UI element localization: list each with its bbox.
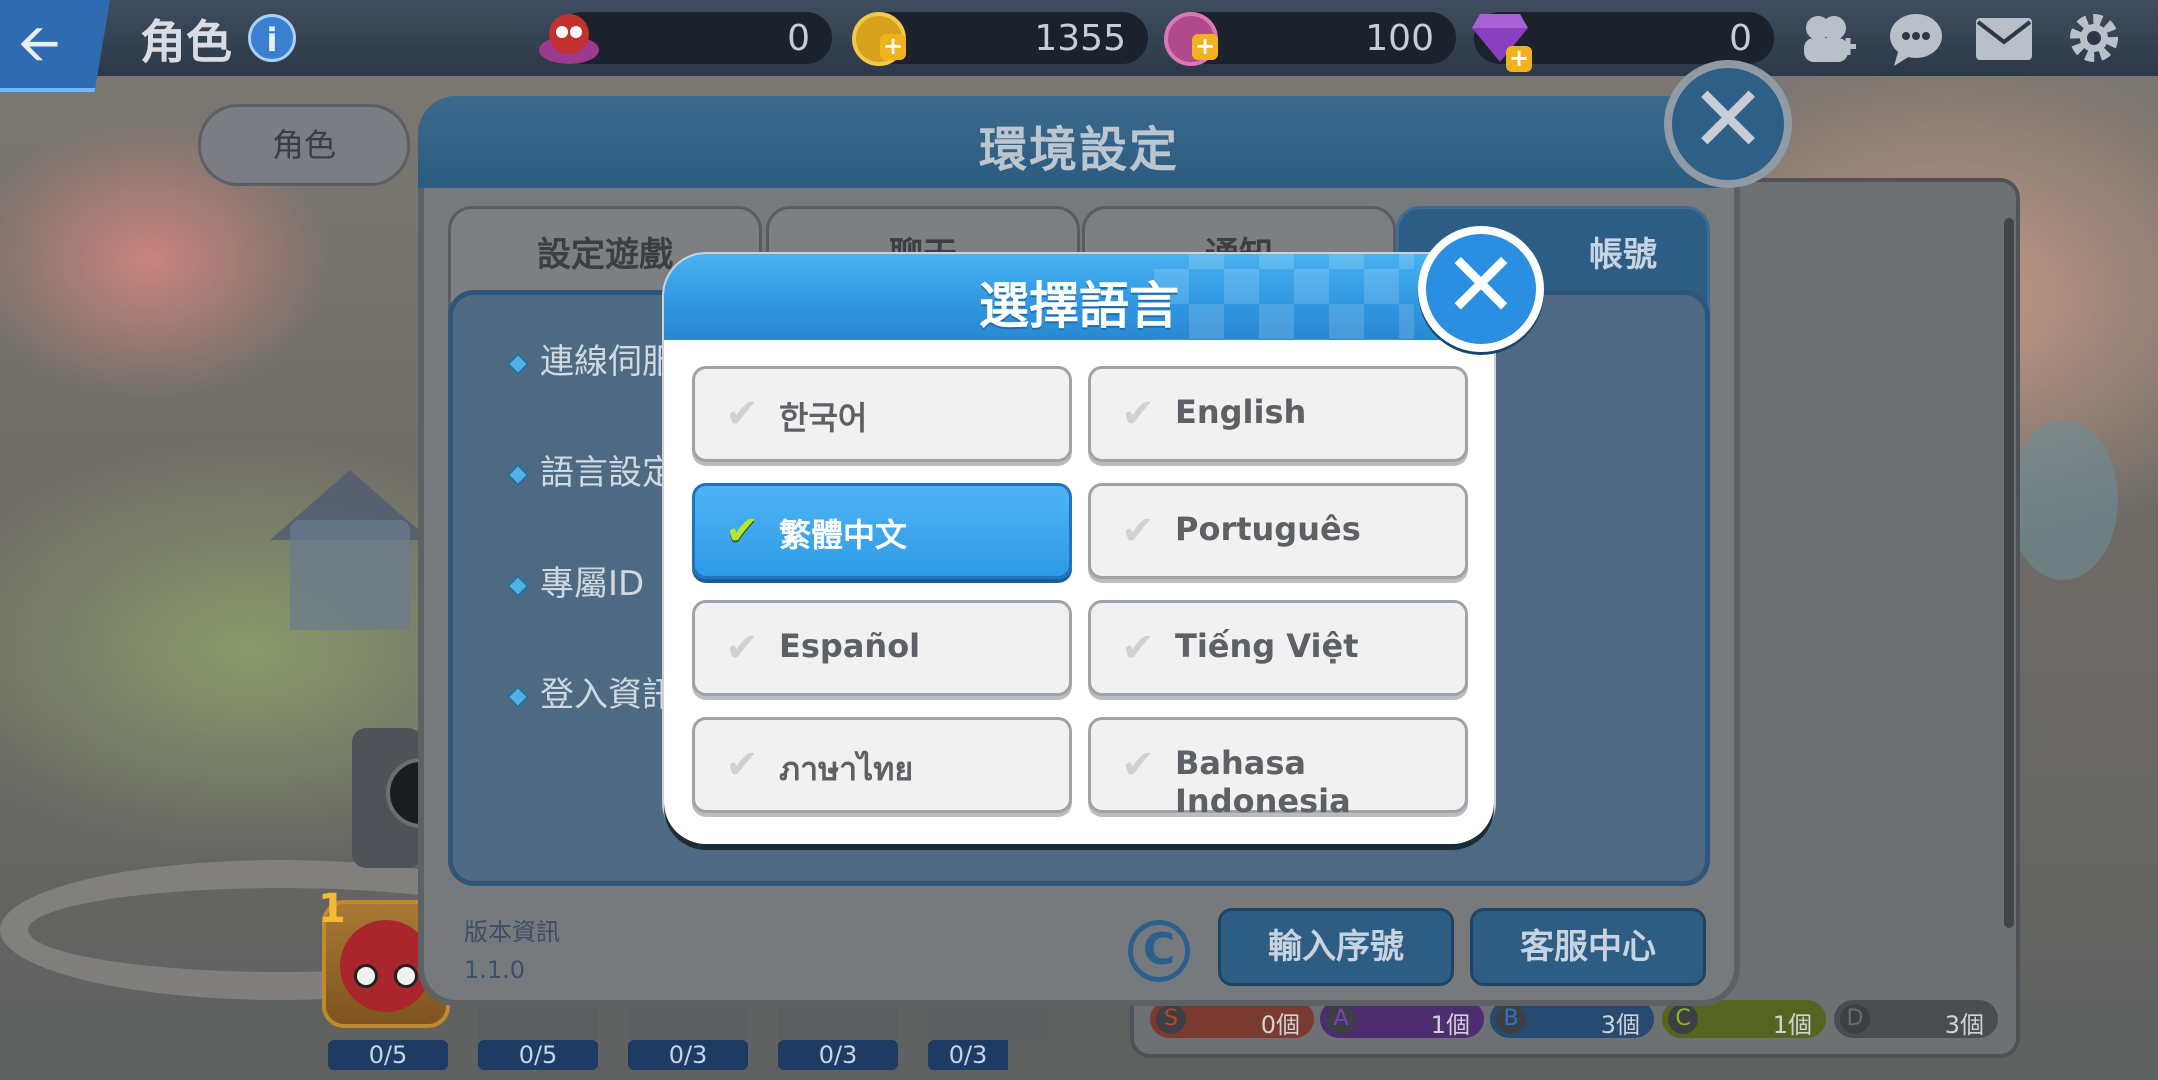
grade-letter: B xyxy=(1496,1004,1526,1034)
language-label: 繁體中文 xyxy=(779,516,908,554)
language-option-thai[interactable]: ✔ ภาษาไทย xyxy=(692,717,1072,813)
mail-icon[interactable] xyxy=(1972,8,2036,68)
character-eye xyxy=(394,964,418,988)
add-pink-coin-icon[interactable]: + xyxy=(1192,34,1218,60)
scrollbar[interactable] xyxy=(2004,218,2014,928)
tab-character[interactable]: 角色 xyxy=(198,104,410,186)
check-icon: ✔ xyxy=(1121,625,1155,671)
character-eye xyxy=(354,964,378,988)
customer-service-button[interactable]: 客服中心 xyxy=(1470,908,1706,986)
check-icon: ✔ xyxy=(725,742,759,788)
language-dialog-close-button[interactable]: ✕ xyxy=(1418,226,1544,352)
enter-serial-button[interactable]: 輸入序號 xyxy=(1218,908,1454,986)
slot-count: 0/5 xyxy=(328,1040,448,1070)
add-diamond-icon[interactable]: + xyxy=(1506,46,1532,72)
language-option-english[interactable]: ✔ English xyxy=(1088,366,1468,462)
grade-count: 0個 xyxy=(1260,1011,1300,1039)
setting-label: 登入資訊 xyxy=(540,675,676,715)
grade-count: 3個 xyxy=(1600,1011,1640,1039)
check-icon: ✔ xyxy=(1121,742,1155,788)
setting-label: 連線伺服 xyxy=(540,342,676,382)
language-option-traditional-chinese[interactable]: ✔ 繁體中文 xyxy=(692,483,1072,579)
gold-coin-icon[interactable]: + xyxy=(852,12,906,66)
grade-count: 1個 xyxy=(1772,1011,1812,1039)
bullet-icon xyxy=(506,352,530,375)
grade-letter: A xyxy=(1326,1004,1356,1034)
language-option-portuguese[interactable]: ✔ Português xyxy=(1088,483,1468,579)
check-icon: ✔ xyxy=(1121,391,1155,437)
grade-letter: S xyxy=(1156,1004,1186,1034)
page-title: 角色 xyxy=(140,15,232,69)
check-icon: ✔ xyxy=(725,508,759,554)
back-button[interactable]: 🡨 xyxy=(0,0,110,92)
check-icon: ✔ xyxy=(725,625,759,671)
setting-row-login-info[interactable]: 登入資訊 xyxy=(506,667,676,716)
slot-count: 0/3 xyxy=(778,1040,898,1070)
back-arrow-icon: 🡨 xyxy=(18,14,61,74)
language-dialog: 選擇語言 ✔ 한국어 ✔ English ✔ 繁體中文 ✔ Português … xyxy=(664,254,1494,844)
settings-header: 環境設定 xyxy=(418,96,1740,188)
add-gold-icon[interactable]: + xyxy=(880,34,906,60)
language-label: 한국어 xyxy=(779,399,868,437)
resource-value: 100 xyxy=(1365,18,1434,59)
language-label: ภาษาไทย xyxy=(779,750,914,788)
language-label: Español xyxy=(779,627,921,665)
settings-close-button[interactable]: ✕ xyxy=(1664,60,1792,188)
setting-row-exclusive-id[interactable]: 專屬ID xyxy=(506,556,645,605)
language-label: Português xyxy=(1175,510,1361,548)
gear-icon[interactable] xyxy=(2062,8,2126,68)
slot-count: 0/3 xyxy=(628,1040,748,1070)
check-icon: ✔ xyxy=(725,391,759,437)
version-label: 版本資訊 xyxy=(464,918,560,946)
resource-value: 0 xyxy=(787,18,810,59)
language-option-korean[interactable]: ✔ 한국어 xyxy=(692,366,1072,462)
check-icon: ✔ xyxy=(1121,508,1155,554)
bullet-icon xyxy=(506,463,530,486)
language-option-indonesian[interactable]: ✔ Bahasa Indonesia xyxy=(1088,717,1468,820)
version-number: 1.1.0 xyxy=(464,956,526,984)
grade-count-d: D 3個 xyxy=(1834,1000,1998,1039)
grade-count: 3個 xyxy=(1944,1011,1984,1039)
grade-letter: D xyxy=(1840,1004,1870,1034)
slot-count: 0/5 xyxy=(478,1040,598,1070)
bullet-icon xyxy=(506,685,530,708)
resource-value: 0 xyxy=(1729,18,1752,59)
grade-count: 1個 xyxy=(1430,1011,1470,1039)
copyright-icon[interactable]: C xyxy=(1128,920,1190,982)
slot-count: 0/3 xyxy=(928,1040,1008,1070)
grade-letter: C xyxy=(1668,1004,1698,1034)
setting-label: 專屬ID xyxy=(540,564,645,604)
tree xyxy=(2008,420,2118,580)
setting-row-language[interactable]: 語言設定 xyxy=(506,445,676,494)
level-badge: 1 xyxy=(318,886,346,932)
language-label: English xyxy=(1175,393,1307,431)
language-label: Bahasa Indonesia xyxy=(1175,744,1351,820)
house xyxy=(290,520,410,630)
pink-coin-icon[interactable]: + xyxy=(1164,12,1218,66)
language-option-spanish[interactable]: ✔ Español xyxy=(692,600,1072,696)
language-dialog-title: 選擇語言 xyxy=(979,277,1179,335)
character-slot[interactable] xyxy=(352,728,456,868)
info-icon[interactable]: i xyxy=(248,14,296,62)
bullet-icon xyxy=(506,574,530,597)
language-dialog-header: 選擇語言 xyxy=(664,254,1494,340)
setting-row-server[interactable]: 連線伺服 xyxy=(506,334,676,383)
add-friend-icon[interactable] xyxy=(1796,8,1860,68)
settings-title: 環境設定 xyxy=(978,122,1179,178)
language-option-vietnamese[interactable]: ✔ Tiếng Việt xyxy=(1088,600,1468,696)
tab-account-label: 帳號 xyxy=(1589,235,1657,275)
diamond-icon[interactable]: + xyxy=(1470,10,1534,74)
resource-value: 1355 xyxy=(1034,18,1126,59)
language-label: Tiếng Việt xyxy=(1175,627,1359,665)
chat-icon[interactable] xyxy=(1884,8,1948,68)
setting-label: 語言設定 xyxy=(540,453,676,493)
character-gem-icon xyxy=(534,6,599,70)
